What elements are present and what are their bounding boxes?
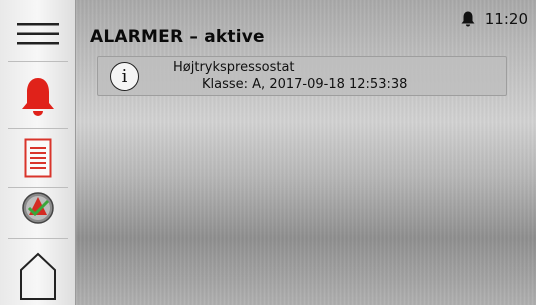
sidebar-item-acknowledge[interactable] — [0, 190, 75, 226]
bell-icon — [461, 11, 475, 27]
alarm-detail: Klasse: A, 2017-09-18 12:53:38 — [202, 77, 408, 92]
acknowledge-icon — [21, 192, 54, 224]
alarm-screen: ALARMER – aktive 11:20 i Højtrykspressos… — [0, 0, 536, 305]
alarm-list-item[interactable]: i Højtrykspressostat Klasse: A, 2017-09-… — [97, 56, 507, 96]
menu-icon — [16, 23, 59, 45]
page-title: ALARMER – aktive — [90, 27, 265, 47]
sidebar-item-alarms[interactable] — [0, 72, 75, 122]
bell-icon — [21, 78, 54, 116]
sidebar — [0, 0, 76, 305]
sidebar-divider — [8, 187, 68, 188]
log-icon — [24, 138, 51, 178]
sidebar-divider — [8, 128, 68, 129]
home-icon — [19, 252, 56, 300]
sidebar-divider — [8, 61, 68, 62]
alarm-name: Højtrykspressostat — [173, 60, 295, 75]
sidebar-item-home[interactable] — [0, 250, 75, 302]
info-icon[interactable]: i — [110, 62, 139, 91]
sidebar-divider — [8, 238, 68, 239]
sidebar-item-log[interactable] — [0, 134, 75, 182]
status-bar: 11:20 — [461, 10, 528, 28]
clock: 11:20 — [484, 10, 528, 28]
menu-button[interactable] — [0, 18, 75, 50]
